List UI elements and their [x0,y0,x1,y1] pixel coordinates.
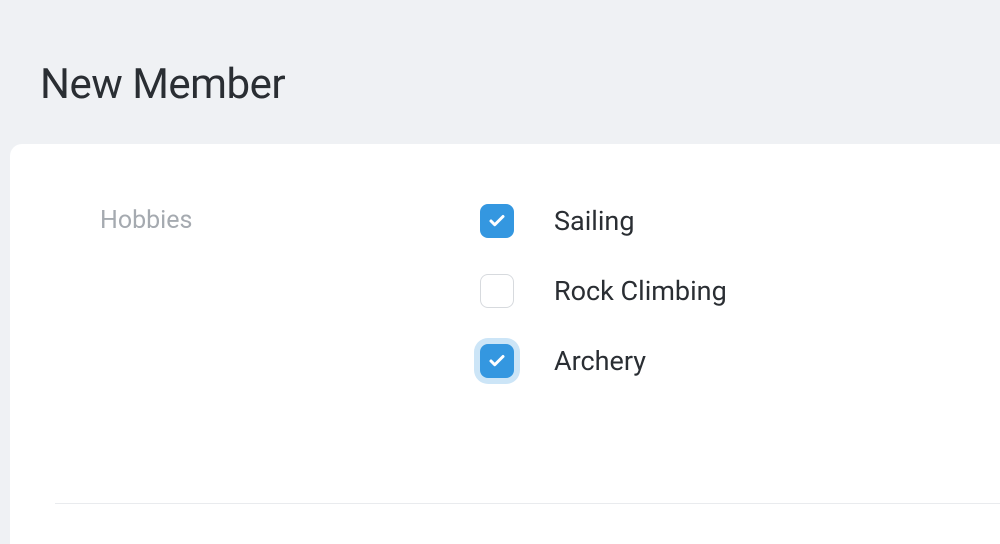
hobby-label-sailing: Sailing [554,205,635,237]
hobby-option-archery: Archery [480,344,727,378]
hobby-label-archery: Archery [554,345,646,377]
check-icon [488,212,506,230]
hobby-option-rock-climbing: Rock Climbing [480,274,727,308]
check-icon [488,352,506,370]
page-title: New Member [0,0,1000,109]
hobbies-label: Hobbies [100,204,480,235]
hobby-checkbox-rock-climbing[interactable] [480,274,514,308]
hobby-checkbox-sailing[interactable] [480,204,514,238]
form-card: Hobbies Sailing Rock Climbing [10,144,1000,544]
section-divider [55,503,1000,504]
hobbies-options: Sailing Rock Climbing Archery [480,204,727,378]
hobbies-field: Hobbies Sailing Rock Climbing [100,204,1000,378]
hobby-option-sailing: Sailing [480,204,727,238]
hobby-checkbox-archery[interactable] [480,344,514,378]
hobby-label-rock-climbing: Rock Climbing [554,275,727,307]
